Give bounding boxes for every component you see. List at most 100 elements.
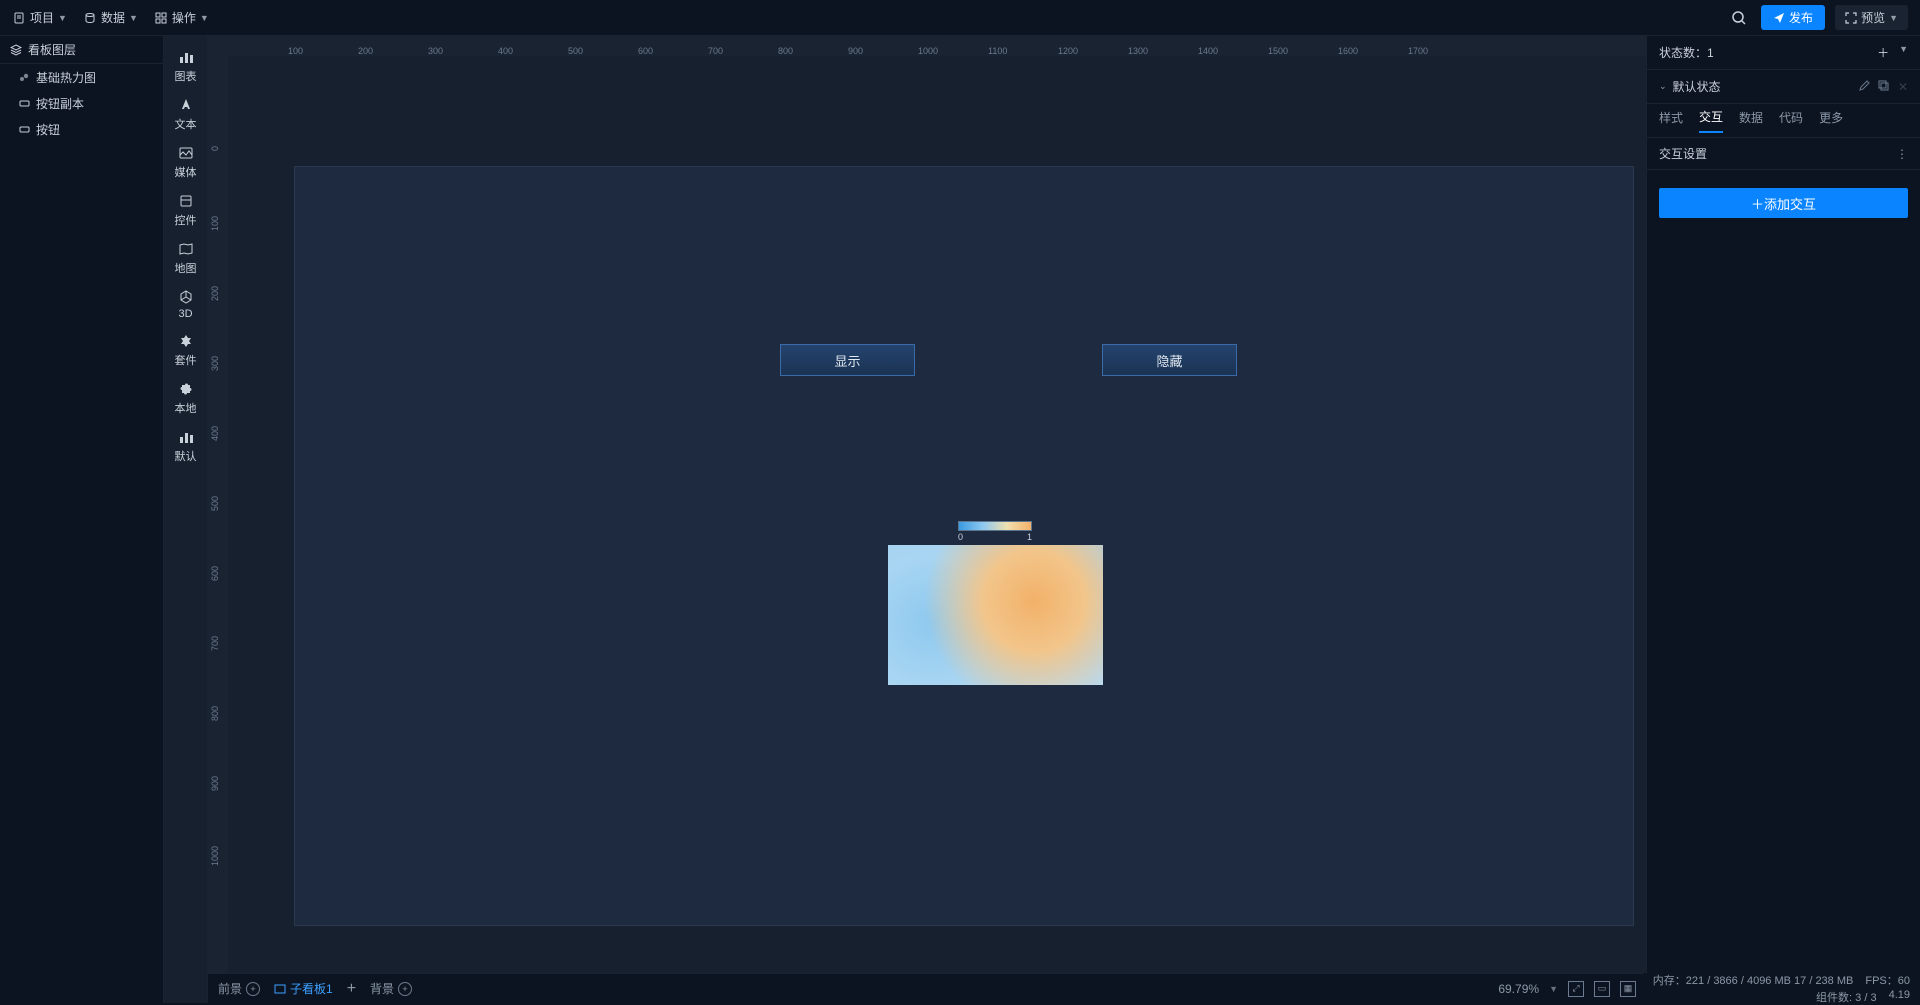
grid-toggle-button[interactable]: ▦ (1620, 981, 1636, 997)
tab-sub-board[interactable]: 子看板1 (274, 980, 333, 997)
layer-item-button[interactable]: 按钮 (0, 116, 163, 142)
bar-chart-icon (177, 48, 195, 66)
fit-view-button[interactable]: ⤢ (1568, 981, 1584, 997)
ruler-tick: 200 (210, 286, 220, 301)
state-header: 状态数： 1 ＋ ▼ (1647, 36, 1920, 70)
add-icon[interactable]: + (246, 982, 260, 996)
database-icon (83, 11, 97, 25)
ruler-tick: 600 (210, 566, 220, 581)
canvas-hide-button[interactable]: 隐藏 (1102, 344, 1237, 376)
tab-background[interactable]: 背景 + (370, 980, 412, 997)
menu-operation[interactable]: 操作 ▼ (154, 9, 209, 26)
ruler-tick: 1700 (1408, 46, 1428, 56)
menu-project[interactable]: 项目 ▼ (12, 9, 67, 26)
ruler-tick: 1000 (210, 846, 220, 866)
chevron-down-icon: ▼ (200, 13, 209, 23)
add-interaction-button[interactable]: ＋添加交互 (1659, 188, 1908, 218)
layer-item-button-copy[interactable]: 按钮副本 (0, 90, 163, 116)
palette-label: 本地 (175, 400, 197, 416)
layers-panel: 看板图层 基础热力图 按钮副本 按钮 (0, 36, 164, 1003)
add-icon[interactable]: + (398, 982, 412, 996)
layers-icon (10, 44, 22, 56)
canvas-area[interactable]: 1002003004005006007008009001000110012001… (208, 36, 1646, 973)
tab-interaction[interactable]: 交互 (1699, 108, 1723, 133)
board-icon (274, 983, 286, 995)
add-state-button[interactable]: ＋ (1877, 44, 1889, 61)
grid-icon (154, 11, 168, 25)
properties-panel: 状态数： 1 ＋ ▼ ⌄ 默认状态 ✕ 样式 交互 数据 (1646, 36, 1920, 1003)
default-state-row[interactable]: ⌄ 默认状态 ✕ (1647, 70, 1920, 104)
ruler-tick: 1500 (1268, 46, 1288, 56)
more-options-icon[interactable]: ⋮ (1896, 147, 1908, 161)
ruler-tick: 100 (210, 216, 220, 231)
stage[interactable]: 显示 隐藏 0 1 (228, 56, 1646, 973)
palette-label: 文本 (175, 116, 197, 132)
palette-control[interactable]: 控件 (164, 186, 207, 234)
palette-default[interactable]: 默认 (164, 422, 207, 470)
tab-sub-board-label: 子看板1 (290, 980, 333, 997)
palette-text[interactable]: 文本 (164, 90, 207, 138)
tab-more[interactable]: 更多 (1819, 109, 1843, 132)
chevron-down-icon[interactable]: ▼ (1899, 44, 1908, 61)
legend-gradient (958, 521, 1032, 531)
preview-button[interactable]: 预览 ▼ (1835, 5, 1908, 30)
ruler-tick: 1300 (1128, 46, 1148, 56)
cube-icon (177, 288, 195, 306)
top-menu-bar: 项目 ▼ 数据 ▼ 操作 ▼ 发布 预览 ▼ (0, 0, 1920, 36)
palette-media[interactable]: 媒体 (164, 138, 207, 186)
show-button-label: 显示 (834, 351, 860, 370)
heatmap-image[interactable] (888, 545, 1103, 685)
tab-background-label: 背景 (370, 980, 394, 997)
menu-project-label: 项目 (30, 9, 54, 26)
fullscreen-icon (1845, 12, 1857, 24)
send-icon (1773, 12, 1785, 24)
close-icon[interactable]: ✕ (1898, 80, 1908, 94)
palette-local[interactable]: 本地 (164, 374, 207, 422)
ruler-tick: 400 (498, 46, 513, 56)
palette-kit[interactable]: 套件 (164, 326, 207, 374)
palette-map[interactable]: 地图 (164, 234, 207, 282)
status-bar: 内存：221 / 3866 / 4096 MB 17 / 238 MB FPS：… (1643, 973, 1920, 1003)
memory-status: 内存：221 / 3866 / 4096 MB 17 / 238 MB (1653, 972, 1854, 988)
search-button[interactable] (1727, 6, 1751, 30)
ruler-tick: 800 (210, 706, 220, 721)
tab-add[interactable]: + (347, 980, 356, 998)
layer-label: 按钮副本 (36, 95, 84, 112)
palette-chart[interactable]: 图表 (164, 42, 207, 90)
ruler-tick: 800 (778, 46, 793, 56)
layers-header: 看板图层 (0, 36, 163, 64)
components-count: 组件数: 3 / 3 (1816, 989, 1877, 1005)
tab-style[interactable]: 样式 (1659, 109, 1683, 132)
ruler-tick: 1000 (918, 46, 938, 56)
version: 4.19 (1889, 989, 1910, 1005)
actual-size-button[interactable]: ▭ (1594, 981, 1610, 997)
edit-icon[interactable] (1858, 80, 1870, 94)
ruler-tick: 1100 (988, 46, 1007, 56)
chevron-down-icon[interactable]: ▼ (1549, 984, 1558, 994)
heatmap-icon (18, 71, 30, 83)
legend-min: 0 (958, 532, 963, 542)
text-icon (177, 96, 195, 114)
copy-icon[interactable] (1878, 80, 1890, 94)
zoom-level: 69.79% (1498, 982, 1539, 996)
add-interaction-label: ＋添加交互 (1751, 194, 1816, 213)
palette-3d[interactable]: 3D (164, 282, 207, 326)
state-count-label: 状态数： (1659, 44, 1707, 61)
ruler-tick: 500 (210, 496, 220, 511)
ruler-tick: 600 (638, 46, 653, 56)
tab-foreground[interactable]: 前景 + (218, 980, 260, 997)
ruler-tick: 1600 (1338, 46, 1358, 56)
ruler-tick: 200 (358, 46, 373, 56)
layer-item-heatmap[interactable]: 基础热力图 (0, 64, 163, 90)
publish-button[interactable]: 发布 (1761, 5, 1825, 30)
tab-code[interactable]: 代码 (1779, 109, 1803, 132)
chevron-down-icon: ▼ (58, 13, 67, 23)
interaction-section-header: 交互设置 ⋮ (1647, 138, 1920, 170)
palette-label: 控件 (175, 212, 197, 228)
menu-data[interactable]: 数据 ▼ (83, 9, 138, 26)
canvas-show-button[interactable]: 显示 (780, 344, 915, 376)
section-title: 交互设置 (1659, 145, 1707, 162)
tab-data[interactable]: 数据 (1739, 109, 1763, 132)
button-icon (18, 123, 30, 135)
palette-label: 地图 (175, 260, 197, 276)
